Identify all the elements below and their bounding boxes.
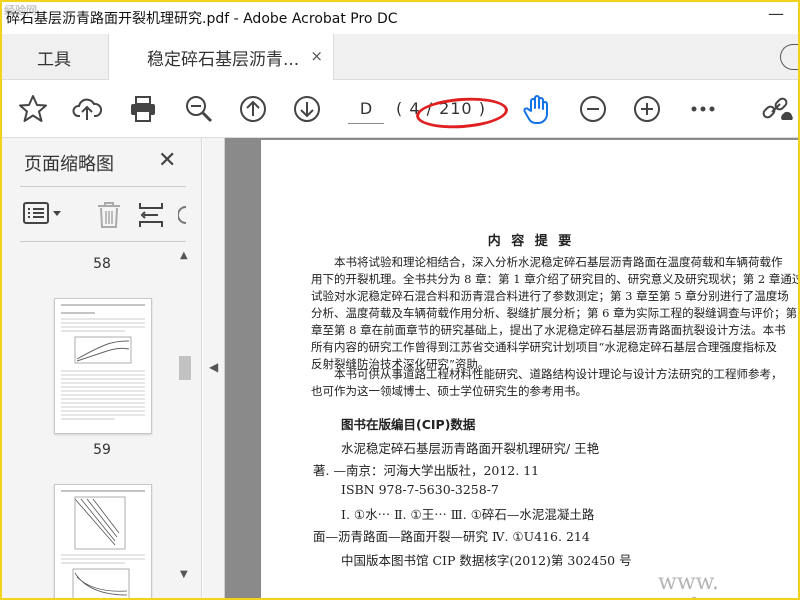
cip-line: 中国版本图书馆 CIP 数据核字(2012)第 302450 号 [341,553,632,568]
cip-heading: 图书在版编目(CIP)数据 [341,417,476,432]
cip-line: Ⅰ. ①水⋯ Ⅱ. ①王⋯ Ⅲ. ①碎石—水泥混凝土路 [341,507,595,522]
zoom-out-icon[interactable] [576,92,610,126]
cip-line: 著. —南京：河海大学出版社，2012. 11 [313,463,540,478]
zoom-search-icon[interactable] [182,92,216,126]
paragraph-line: 分析、温度荷载及车辆荷载作用分析、裂缝扩展分析；第 6 章为实际工程的裂缝调查与… [311,306,800,320]
scroll-down-icon[interactable]: ▼ [180,569,188,580]
cip-line: 面—沥青路面—路面开裂—研究 Ⅳ. ①U416. 214 [313,529,590,544]
close-pane-icon[interactable]: ✕ [158,148,176,173]
thumbnails-pane: 页面缩略图 ✕ 58 59 ▲ ▼ [2,138,202,598]
page-thumbnail[interactable] [54,298,152,434]
star-icon[interactable] [16,92,50,126]
pane-collapse-strip[interactable]: ◀ [203,138,225,598]
cloud-upload-icon[interactable] [70,92,104,126]
arrow-down-circle-icon[interactable] [290,92,324,126]
tab-document[interactable]: 稳定碎石基层沥青... × [108,34,334,80]
arrow-up-circle-icon[interactable] [236,92,270,126]
window-title: 碎石基层沥青路面开裂机理研究.pdf - Adobe Acrobat Pro D… [6,11,398,27]
tab-bar: 工具 稳定碎石基层沥青... × [2,34,798,80]
scroll-up-icon[interactable]: ▲ [180,250,188,261]
toolbar: D ( 4 / 210 ) [2,80,798,138]
acrobat-window: 碎石基层沥青路面开裂机理研究.pdf - Adobe Acrobat Pro D… [0,0,800,600]
hand-tool-icon[interactable] [520,92,554,126]
collapse-arrow-icon[interactable]: ◀ [209,360,218,374]
page-number-label: 58 [93,256,111,272]
paragraph-line: 用下的开裂机理。全书共分为 8 章：第 1 章介绍了研究目的、研究意义及研究现状… [311,272,800,286]
scrollbar-thumb[interactable] [179,356,191,380]
paragraph-line: 也可作为这一领域博士、硕士学位研究生的参考用书。 [311,384,587,398]
print-icon[interactable] [126,92,160,126]
document-view: 内 容 提 要 本书将试验和理论相结合，深入分析水泥稳定碎石基层沥青路面在温度荷… [225,138,800,598]
title-bar: 碎石基层沥青路面开裂机理研究.pdf - Adobe Acrobat Pro D… [2,2,798,34]
page-number-input[interactable]: D [348,94,384,124]
rotate-icon[interactable] [177,201,188,233]
audience-paragraph: 本书可供从事道路工程材料性能研究、道路结构设计理论与设计方法研究的工程师参考， 也… [311,366,783,400]
page-number-label: 59 [93,442,111,458]
paragraph-line: 试验对水泥稳定碎石混合料和沥青混合料进行了参数测定；第 3 章至第 5 章分别进… [311,289,789,303]
pdf-page: 内 容 提 要 本书将试验和理论相结合，深入分析水泥稳定碎石基层沥青路面在温度荷… [261,140,800,598]
thumbnail-content [61,304,145,420]
paragraph-line: 章至第 8 章在前面章节的研究基础上，提出了水泥稳定碎石基层沥青路面抗裂设计方法… [311,323,786,337]
share-link-icon[interactable] [760,92,794,126]
help-icon[interactable] [780,44,798,70]
thumbnail-list: 58 59 [20,242,174,598]
page-heading: 内 容 提 要 [487,234,575,249]
tab-tools[interactable]: 工具 [2,34,106,80]
tab-document-label: 稳定碎石基层沥青... [147,49,300,70]
thumbnail-scrollbar[interactable]: ▲ ▼ [176,250,194,580]
paragraph-line: 所有内容的研究工作曾得到江苏省交通科学研究计划项目“水泥稳定碎石基层合理强度指标… [311,340,777,354]
minimize-button[interactable]: — [768,4,784,23]
cip-line: ISBN 978-7-5630-3258-7 [341,482,499,497]
summary-paragraph: 本书将试验和理论相结合，深入分析水泥稳定碎石基层沥青路面在温度荷载和车辆荷载作用… [311,254,800,373]
options-menu-icon[interactable] [22,201,64,231]
more-icon[interactable] [686,92,720,126]
insert-page-icon[interactable] [136,201,166,233]
thumbnail-content [61,490,145,598]
cip-line: 水泥稳定碎石基层沥青路面开裂机理研究/ 王艳 [341,441,600,456]
site-watermark: www. cndao. com [658,570,785,598]
zoom-in-icon[interactable] [630,92,664,126]
page-thumbnail[interactable] [54,484,152,598]
pane-toolbar [20,186,188,242]
corner-watermark: 经验网 [4,4,37,17]
delete-page-icon[interactable] [94,201,124,233]
pane-title: 页面缩略图 [24,154,114,175]
close-tab-icon[interactable]: × [310,47,323,65]
paragraph-line: 本书将试验和理论相结合，深入分析水泥稳定碎石基层沥青路面在温度荷载和车辆荷载作 [334,255,783,269]
paragraph-line: 本书可供从事道路工程材料性能研究、道路结构设计理论与设计方法研究的工程师参考， [334,367,783,381]
